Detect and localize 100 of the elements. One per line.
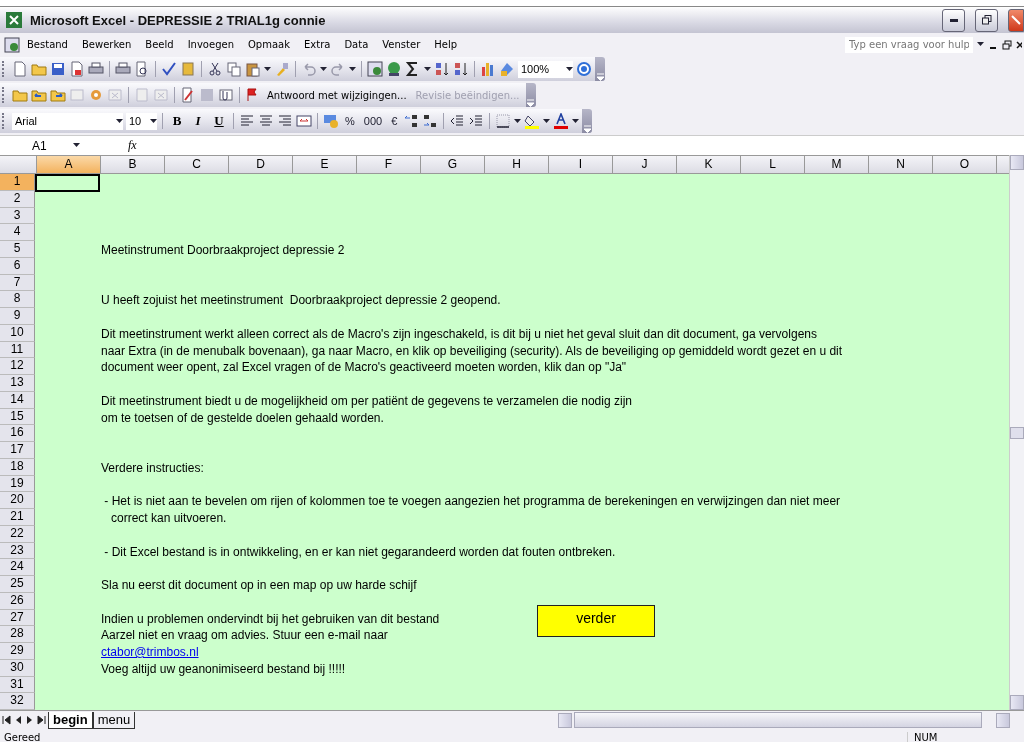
- column-header[interactable]: I: [549, 156, 613, 173]
- folder-icon[interactable]: [12, 87, 28, 103]
- copy-icon[interactable]: [226, 61, 242, 77]
- dropdown-arrow-icon[interactable]: [543, 118, 551, 124]
- dropdown-arrow-icon[interactable]: [566, 66, 573, 72]
- sheet-tab[interactable]: begin: [48, 711, 93, 729]
- row-header[interactable]: 21: [0, 509, 35, 526]
- column-header[interactable]: N: [869, 156, 933, 173]
- spelling-icon[interactable]: [161, 61, 177, 77]
- menu-item[interactable]: Bewerken: [74, 37, 139, 52]
- minimize-icon[interactable]: [949, 18, 958, 22]
- sort-ascending-icon[interactable]: [434, 61, 450, 77]
- menu-item[interactable]: Opmaak: [241, 37, 297, 52]
- folder-icon[interactable]: [31, 61, 47, 77]
- drawing-icon[interactable]: [499, 61, 515, 77]
- dropdown-arrow-icon[interactable]: [264, 66, 271, 72]
- number-format-button[interactable]: €: [388, 115, 401, 127]
- verder-button[interactable]: verder: [537, 605, 655, 637]
- number-format-button[interactable]: 000: [360, 115, 386, 127]
- underline-button[interactable]: U: [210, 113, 228, 129]
- printer-icon[interactable]: [88, 61, 104, 77]
- font-color-icon[interactable]: [553, 113, 570, 129]
- scroll-thumb[interactable]: [1010, 426, 1024, 439]
- fill-color-icon[interactable]: [524, 113, 541, 129]
- row-header[interactable]: 9: [0, 308, 35, 325]
- column-header[interactable]: L: [741, 156, 805, 173]
- toolbar-options-button[interactable]: [525, 83, 536, 107]
- column-header[interactable]: C: [165, 156, 229, 173]
- row-header[interactable]: 12: [0, 358, 35, 375]
- restore-icon[interactable]: [1002, 39, 1012, 50]
- minimize-button[interactable]: [942, 8, 965, 32]
- folder-icon[interactable]: [50, 87, 66, 103]
- folder-icon[interactable]: [31, 87, 47, 103]
- scroll-thumb[interactable]: [574, 712, 982, 728]
- menu-item[interactable]: Bestand: [20, 37, 75, 52]
- restore-icon[interactable]: [981, 15, 992, 25]
- chevron-icon[interactable]: [596, 73, 604, 81]
- attachment-icon[interactable]: [218, 87, 234, 103]
- column-header[interactable]: E: [293, 156, 357, 173]
- scissors-icon[interactable]: [207, 61, 223, 77]
- column-header[interactable]: K: [677, 156, 741, 173]
- last-sheet-icon[interactable]: [37, 715, 47, 725]
- dropdown-arrow-icon[interactable]: [572, 118, 580, 124]
- menu-item[interactable]: Invoegen: [180, 37, 241, 52]
- column-header[interactable]: D: [229, 156, 293, 173]
- insert-function-button[interactable]: fx: [128, 138, 137, 153]
- dropdown-arrow-icon[interactable]: [116, 118, 123, 124]
- column-header[interactable]: B: [101, 156, 165, 173]
- dropdown-arrow-icon[interactable]: [977, 42, 984, 47]
- column-header[interactable]: J: [613, 156, 677, 173]
- column-header[interactable]: H: [485, 156, 549, 173]
- sheet-tab[interactable]: menu: [92, 711, 136, 729]
- toolbar-button[interactable]: Antwoord met wijzigingen...: [264, 89, 410, 101]
- sort-descending-icon[interactable]: [453, 61, 469, 77]
- help-search-field[interactable]: Typ een vraag voor hulp: [845, 36, 973, 53]
- row-header[interactable]: 29: [0, 643, 35, 660]
- dropdown-arrow-icon[interactable]: [72, 143, 80, 148]
- menu-item[interactable]: Venster: [375, 37, 428, 52]
- borders-icon[interactable]: [495, 113, 512, 129]
- column-header[interactable]: M: [805, 156, 869, 173]
- dropdown-arrow-icon[interactable]: [514, 118, 522, 124]
- decrease-decimal-icon[interactable]: [422, 113, 439, 129]
- zoom-dropdown[interactable]: 100%: [518, 60, 573, 78]
- help-icon[interactable]: [576, 61, 592, 77]
- row-header[interactable]: 25: [0, 576, 35, 593]
- menu-item[interactable]: Data: [337, 37, 376, 52]
- row-header[interactable]: 32: [0, 693, 35, 710]
- column-header[interactable]: A: [37, 156, 101, 173]
- align-center-icon[interactable]: [258, 113, 274, 129]
- merge-center-icon[interactable]: [296, 113, 312, 129]
- row-header[interactable]: 28: [0, 626, 35, 643]
- row-header[interactable]: 5: [0, 241, 35, 258]
- row-header[interactable]: 8: [0, 291, 35, 308]
- restore-button[interactable]: [975, 8, 998, 32]
- row-header[interactable]: 13: [0, 375, 35, 392]
- dropdown-arrow-icon[interactable]: [349, 66, 356, 72]
- column-header[interactable]: O: [933, 156, 997, 173]
- decrease-indent-icon[interactable]: [449, 113, 466, 129]
- menu-item[interactable]: Beeld: [138, 37, 181, 52]
- chart-icon[interactable]: [480, 61, 496, 77]
- increase-decimal-icon[interactable]: [403, 113, 420, 129]
- menu-item[interactable]: Help: [427, 37, 465, 52]
- menu-item[interactable]: Extra: [297, 37, 338, 52]
- close-button[interactable]: [1008, 8, 1024, 32]
- edit-document-icon[interactable]: [180, 87, 196, 103]
- close-icon[interactable]: [1016, 39, 1022, 50]
- dropdown-arrow-icon[interactable]: [424, 66, 431, 72]
- column-header[interactable]: G: [421, 156, 485, 173]
- italic-button[interactable]: I: [189, 113, 207, 129]
- new-document-icon[interactable]: [12, 61, 28, 77]
- font-dropdown[interactable]: Arial: [12, 112, 123, 130]
- first-sheet-icon[interactable]: [1, 715, 11, 725]
- row-header[interactable]: 17: [0, 442, 35, 459]
- chevron-icon[interactable]: [583, 125, 591, 133]
- currency-icon[interactable]: [323, 113, 339, 129]
- align-left-icon[interactable]: [239, 113, 255, 129]
- print-preview-icon[interactable]: [134, 61, 150, 77]
- chevron-icon[interactable]: [527, 99, 534, 107]
- row-header[interactable]: 20: [0, 492, 35, 509]
- name-box[interactable]: A1: [0, 137, 64, 154]
